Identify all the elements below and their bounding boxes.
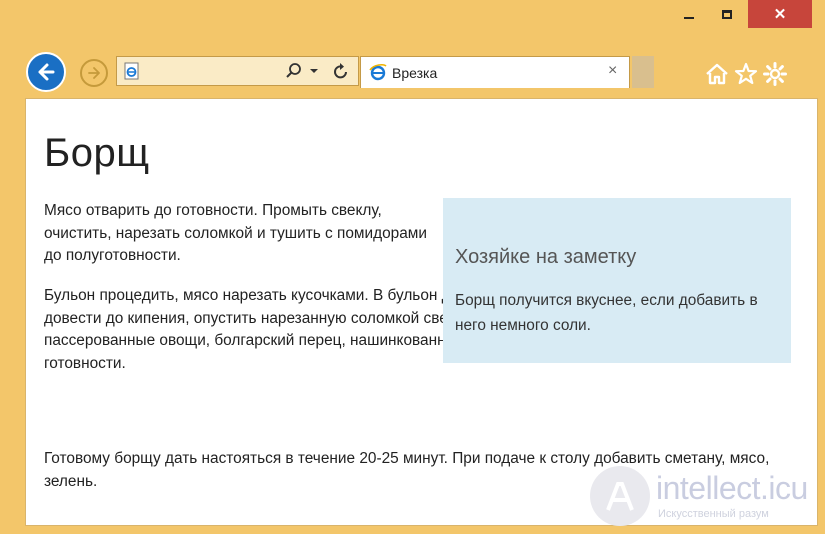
ie-logo-icon [369,64,387,81]
page-title: Борщ [44,131,150,175]
browser-window: ✕ Врезка × Борщ Мясо отварить до готовно… [0,0,825,534]
page-content: Борщ Мясо отварить до готовности. Промыт… [25,98,818,526]
star-icon[interactable] [734,62,758,86]
minimize-button[interactable] [672,0,706,28]
forward-arrow-icon [88,67,100,79]
search-icon[interactable] [285,62,303,80]
refresh-icon[interactable] [331,62,351,82]
maximize-button[interactable] [710,0,744,28]
sidebar-note-text: Борщ получится вкуснее, если добавить в … [455,292,758,334]
home-icon[interactable] [705,62,729,86]
paragraph-1: Мясо отварить до готовности. Промыть све… [44,202,427,265]
forward-button[interactable] [80,59,108,87]
new-tab-button[interactable] [632,56,654,88]
chevron-down-icon[interactable] [309,66,319,76]
browser-tab[interactable]: Врезка × [360,56,630,88]
watermark-name: intellect.icu [656,470,808,506]
minimize-icon [684,17,694,19]
maximize-icon [722,9,732,19]
watermark-tagline: Искусственный разум [658,508,769,520]
tab-close-icon[interactable]: × [608,63,617,79]
address-bar[interactable] [116,56,359,86]
page-favicon-icon [124,62,139,80]
close-window-button[interactable]: ✕ [748,0,812,28]
close-icon: ✕ [773,5,787,23]
back-arrow-icon [38,63,55,81]
back-button[interactable] [26,52,66,92]
sidebar-note: Хозяйке на заметку Борщ получится вкусне… [443,198,791,363]
gear-icon[interactable] [763,62,787,86]
tab-title: Врезка [392,65,438,81]
watermark: intellect.icu Искусственный разум [590,466,820,530]
sidebar-note-title: Хозяйке на заметку [455,246,637,268]
watermark-logo-icon [590,466,650,526]
